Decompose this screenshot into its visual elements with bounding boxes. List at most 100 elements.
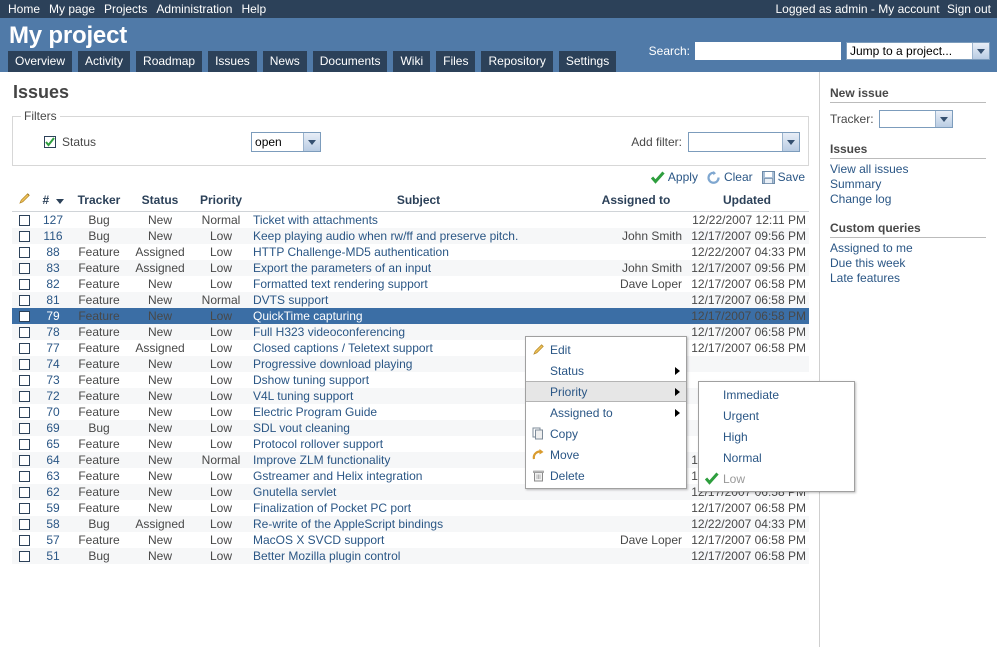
cell-subject[interactable]: Better Mozilla plugin control	[250, 548, 587, 564]
cell-issue-id-link[interactable]: 74	[46, 357, 59, 371]
row-checkbox[interactable]	[19, 231, 30, 242]
sign-out-link[interactable]: Sign out	[947, 2, 991, 16]
column-header-id[interactable]: #	[36, 190, 70, 212]
table-row[interactable]: 79FeatureNewLowQuickTime capturing12/17/…	[12, 308, 809, 324]
cell-issue-id-link[interactable]: 83	[46, 261, 59, 275]
row-checkbox[interactable]	[19, 407, 30, 418]
my-account-link[interactable]: My account	[878, 2, 939, 16]
cell-issue-id[interactable]: 65	[36, 436, 70, 452]
row-checkbox-cell[interactable]	[12, 500, 36, 516]
sidebar-link-view-all-issues[interactable]: View all issues	[830, 162, 996, 177]
column-header-priority[interactable]: Priority	[192, 190, 250, 212]
row-checkbox[interactable]	[19, 263, 30, 274]
cell-issue-id[interactable]: 88	[36, 244, 70, 260]
row-checkbox-cell[interactable]	[12, 324, 36, 340]
cell-subject[interactable]: QuickTime capturing	[250, 308, 587, 324]
cell-issue-id-link[interactable]: 62	[46, 485, 59, 499]
row-checkbox-cell[interactable]	[12, 340, 36, 356]
row-checkbox[interactable]	[19, 295, 30, 306]
cell-subject[interactable]: Finalization of Pocket PC port	[250, 500, 587, 516]
context-menu-item-assigned-to[interactable]: Assigned to	[526, 402, 686, 423]
cell-subject[interactable]: Re-write of the AppleScript bindings	[250, 516, 587, 532]
row-checkbox-cell[interactable]	[12, 468, 36, 484]
table-row[interactable]: 77FeatureAssignedLowClosed captions / Te…	[12, 340, 809, 356]
cell-issue-id-link[interactable]: 58	[46, 517, 59, 531]
cell-issue-id[interactable]: 74	[36, 356, 70, 372]
row-checkbox-cell[interactable]	[12, 228, 36, 244]
cell-subject-link[interactable]: Progressive download playing	[253, 357, 412, 371]
cell-issue-id-link[interactable]: 65	[46, 437, 59, 451]
cell-issue-id[interactable]: 127	[36, 212, 70, 229]
cell-subject-link[interactable]: Better Mozilla plugin control	[253, 549, 400, 563]
row-checkbox-cell[interactable]	[12, 212, 36, 229]
context-menu-item-priority[interactable]: Priority	[526, 381, 686, 402]
column-header-assigned-to[interactable]: Assigned to	[587, 190, 685, 212]
sidebar-link-due-this-week[interactable]: Due this week	[830, 256, 996, 271]
top-link-my-page[interactable]: My page	[49, 2, 95, 16]
context-menu-item-status[interactable]: Status	[526, 360, 686, 381]
table-row[interactable]: 62FeatureNewLowGnutella servlet12/17/200…	[12, 484, 809, 500]
table-row[interactable]: 127BugNewNormalTicket with attachments12…	[12, 212, 809, 229]
table-row[interactable]: 74FeatureNewLowProgressive download play…	[12, 356, 809, 372]
sidebar-tracker-select[interactable]	[879, 110, 953, 128]
filter-status-checkbox[interactable]	[44, 136, 56, 148]
cell-subject-link[interactable]: Re-write of the AppleScript bindings	[253, 517, 443, 531]
cell-issue-id[interactable]: 59	[36, 500, 70, 516]
cell-issue-id[interactable]: 73	[36, 372, 70, 388]
tab-activity[interactable]: Activity	[78, 51, 130, 72]
cell-issue-id-link[interactable]: 64	[46, 453, 59, 467]
tab-issues[interactable]: Issues	[208, 51, 257, 72]
cell-subject[interactable]: MacOS X SVCD support	[250, 532, 587, 548]
cell-issue-id-link[interactable]: 79	[46, 309, 59, 323]
row-checkbox-cell[interactable]	[12, 372, 36, 388]
sidebar-link-late-features[interactable]: Late features	[830, 271, 996, 286]
cell-issue-id[interactable]: 72	[36, 388, 70, 404]
top-link-projects[interactable]: Projects	[104, 2, 147, 16]
cell-issue-id-link[interactable]: 70	[46, 405, 59, 419]
cell-subject-link[interactable]: Closed captions / Teletext support	[253, 341, 433, 355]
cell-issue-id-link[interactable]: 69	[46, 421, 59, 435]
cell-subject-link[interactable]: Full H323 videoconferencing	[253, 325, 405, 339]
sidebar-link-assigned-to-me[interactable]: Assigned to me	[830, 241, 996, 256]
cell-subject-link[interactable]: Dshow tuning support	[253, 373, 369, 387]
row-checkbox-cell[interactable]	[12, 548, 36, 564]
row-checkbox-cell[interactable]	[12, 516, 36, 532]
row-checkbox[interactable]	[19, 327, 30, 338]
tab-repository[interactable]: Repository	[481, 51, 552, 72]
cell-issue-id-link[interactable]: 63	[46, 469, 59, 483]
add-filter-select[interactable]	[688, 132, 800, 152]
cell-issue-id[interactable]: 57	[36, 532, 70, 548]
cell-subject-link[interactable]: V4L tuning support	[253, 389, 353, 403]
table-row[interactable]: 51BugNewLowBetter Mozilla plugin control…	[12, 548, 809, 564]
row-checkbox[interactable]	[19, 471, 30, 482]
row-checkbox[interactable]	[19, 535, 30, 546]
row-checkbox[interactable]	[19, 391, 30, 402]
cell-subject-link[interactable]: HTTP Challenge-MD5 authentication	[253, 245, 449, 259]
row-checkbox[interactable]	[19, 503, 30, 514]
table-row[interactable]: 59FeatureNewLowFinalization of Pocket PC…	[12, 500, 809, 516]
cell-subject-link[interactable]: Gnutella servlet	[253, 485, 336, 499]
column-header-updated[interactable]: Updated	[685, 190, 809, 212]
table-row[interactable]: 64FeatureNewNormalImprove ZLM functional…	[12, 452, 809, 468]
tab-wiki[interactable]: Wiki	[393, 51, 430, 72]
row-checkbox-cell[interactable]	[12, 436, 36, 452]
tab-settings[interactable]: Settings	[559, 51, 616, 72]
row-checkbox-cell[interactable]	[12, 532, 36, 548]
apply-link[interactable]: Apply	[668, 170, 698, 184]
cell-subject-link[interactable]: Formatted text rendering support	[253, 277, 428, 291]
cell-issue-id-link[interactable]: 59	[46, 501, 59, 515]
row-checkbox[interactable]	[19, 551, 30, 562]
search-input[interactable]	[695, 42, 841, 60]
context-menu-item-delete[interactable]: Delete	[526, 465, 686, 486]
cell-issue-id[interactable]: 82	[36, 276, 70, 292]
row-checkbox[interactable]	[19, 215, 30, 226]
cell-issue-id-link[interactable]: 72	[46, 389, 59, 403]
row-checkbox-cell[interactable]	[12, 404, 36, 420]
project-jump-select[interactable]: Jump to a project...	[846, 42, 990, 60]
cell-issue-id[interactable]: 58	[36, 516, 70, 532]
cell-issue-id[interactable]: 77	[36, 340, 70, 356]
submenu-item-high[interactable]: High	[699, 426, 854, 447]
column-header-bulk-edit[interactable]	[12, 190, 36, 212]
cell-issue-id-link[interactable]: 81	[46, 293, 59, 307]
submenu-item-low[interactable]: Low	[699, 468, 854, 489]
